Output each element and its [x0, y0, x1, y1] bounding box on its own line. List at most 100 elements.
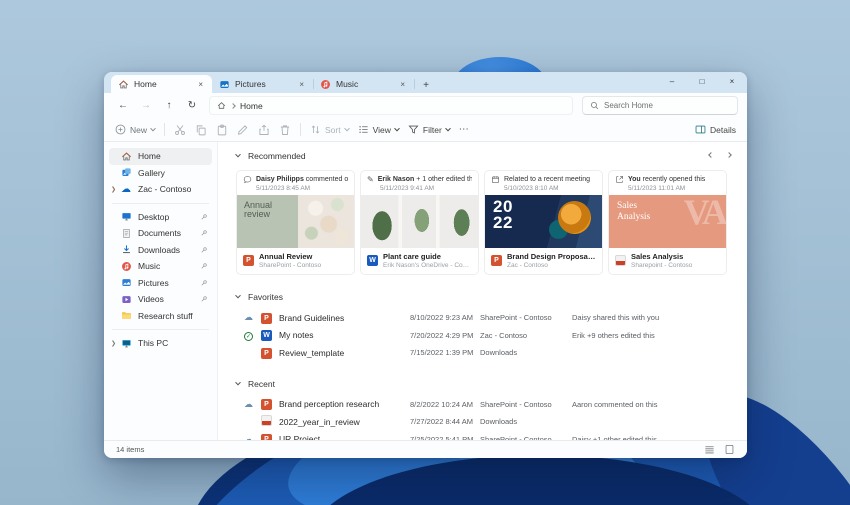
scroll-left-icon[interactable]: [708, 152, 714, 158]
cloud-icon: ☁: [121, 183, 131, 195]
file-location: SharePoint - Contoso: [480, 434, 552, 440]
filter-button[interactable]: Filter: [408, 124, 451, 135]
minimize-button[interactable]: –: [657, 72, 687, 92]
card-date: 5/11/2023 9:41 AM: [380, 185, 435, 192]
pin-icon: [201, 296, 207, 302]
pin-icon: [201, 230, 207, 236]
chevron-expand-icon[interactable]: ❯: [111, 186, 116, 193]
pin-icon: [201, 247, 207, 253]
sidebar-item-this-pc[interactable]: ❯ This PC: [109, 335, 212, 352]
delete-button[interactable]: [279, 124, 291, 136]
sidebar-item-pictures[interactable]: Pictures: [109, 275, 212, 292]
large-icons-view-toggle[interactable]: [724, 444, 735, 455]
paste-button[interactable]: [216, 124, 228, 136]
sidebar-item-videos[interactable]: Videos: [109, 291, 212, 308]
home-icon: [119, 79, 128, 88]
card-annual-review[interactable]: Daisy Philipps commented on... 5/11/2023…: [236, 170, 355, 275]
sidebar-item-downloads[interactable]: Downloads: [109, 242, 212, 259]
sidebar-item-documents[interactable]: Documents: [109, 225, 212, 242]
home-icon: [217, 102, 226, 109]
chevron-down-icon[interactable]: [235, 292, 241, 299]
card-plant-care-guide[interactable]: ✎ Erik Nason + 1 other edited this 5/11/…: [360, 170, 479, 275]
card-footer: Plant care guide Erik Nason's OneDrive -…: [361, 248, 478, 274]
open-icon: [616, 176, 623, 183]
tab-music[interactable]: Music ×: [313, 75, 415, 93]
share-button[interactable]: [258, 124, 270, 136]
chevron-down-icon[interactable]: [235, 379, 241, 385]
file-row-brand-guidelines[interactable]: ☁ Brand Guidelines 8/10/2022 9:23 AM Sha…: [236, 309, 747, 327]
sync-complete-icon: ✓: [244, 331, 253, 341]
more-options-button[interactable]: ⋯: [459, 124, 470, 135]
card-title: Sales Analysis: [631, 252, 684, 261]
tab-close-icon[interactable]: ×: [297, 80, 306, 89]
copy-button[interactable]: [195, 124, 207, 136]
new-button[interactable]: New: [115, 124, 156, 135]
tab-close-icon[interactable]: ×: [196, 80, 205, 89]
folder-icon: [122, 312, 131, 320]
tab-close-icon[interactable]: ×: [398, 80, 407, 89]
tab-home[interactable]: Home ×: [111, 75, 212, 93]
list-view-toggle[interactable]: [704, 444, 715, 455]
up-button[interactable]: ↑: [159, 100, 179, 111]
breadcrumb-location[interactable]: Home: [240, 101, 263, 111]
chevron-down-icon[interactable]: [235, 151, 241, 158]
cloud-sync-icon: ☁: [244, 433, 253, 440]
recommended-section-header[interactable]: Recommended: [235, 151, 747, 161]
view-label: View: [372, 124, 391, 135]
recent-section-header[interactable]: Recent: [235, 379, 747, 389]
card-footer: Annual Review SharePoint - Contoso: [237, 248, 354, 274]
back-button[interactable]: ←: [113, 100, 133, 111]
plus-circle-icon: [115, 124, 126, 135]
close-button[interactable]: ×: [717, 72, 747, 92]
videos-icon: [122, 295, 131, 303]
favorites-section-header[interactable]: Favorites: [235, 292, 747, 302]
chevron-expand-icon[interactable]: ❯: [111, 340, 116, 347]
details-button[interactable]: Details: [695, 124, 736, 135]
card-title: Plant care guide: [383, 252, 441, 261]
activity-text: + 1 other edited this: [414, 176, 472, 183]
card-brand-design-proposal[interactable]: Related to a recent meeting 5/10/2023 8:…: [484, 170, 603, 275]
file-date: 8/10/2022 9:23 AM: [410, 313, 473, 323]
card-footer: Brand Design Proposal_v2022 Zac - Contos…: [485, 248, 602, 274]
cut-button[interactable]: [174, 124, 186, 136]
sidebar-item-desktop[interactable]: Desktop: [109, 209, 212, 226]
tab-bar: Home × Pictures × Music × + – □ ×: [104, 72, 747, 93]
view-button[interactable]: View: [358, 124, 400, 135]
sidebar-item-research-stuff[interactable]: Research stuff: [109, 308, 212, 325]
file-row-my-notes[interactable]: ✓ My notes 7/20/2022 4:29 PM Zac - Conto…: [236, 327, 747, 345]
file-activity-note: Daisy shared this with you: [572, 313, 660, 323]
sidebar-item-label: Home: [138, 151, 161, 162]
file-row-ur-project[interactable]: ☁ UR Project 7/25/2022 5:41 PM SharePoin…: [236, 431, 747, 440]
pictures-icon: [122, 279, 131, 287]
refresh-button[interactable]: ↻: [182, 100, 202, 111]
sidebar-item-home[interactable]: Home: [109, 148, 212, 165]
card-header: ✎ Erik Nason + 1 other edited this 5/11/…: [361, 171, 478, 195]
chevron-down-icon: [444, 125, 451, 131]
file-date: 7/15/2022 1:39 PM: [410, 348, 474, 358]
sort-button[interactable]: Sort: [310, 124, 350, 135]
file-location: SharePoint - Contoso: [480, 313, 552, 323]
sidebar-item-gallery[interactable]: Gallery: [109, 165, 212, 182]
file-row-brand-perception-research[interactable]: ☁ Brand perception research 8/2/2022 10:…: [236, 396, 747, 414]
gallery-icon: [122, 168, 131, 177]
search-box[interactable]: Search Home: [582, 96, 738, 115]
sidebar-item-music[interactable]: Music: [109, 258, 212, 275]
powerpoint-icon: [261, 434, 272, 440]
card-sales-analysis[interactable]: You recently opened this 5/11/2023 11:01…: [608, 170, 727, 275]
file-row-review-template[interactable]: Review_template 7/15/2022 1:39 PM Downlo…: [236, 344, 747, 362]
scroll-right-icon[interactable]: [726, 152, 732, 158]
edit-icon: ✎: [367, 175, 374, 184]
address-bar[interactable]: Home: [209, 96, 573, 115]
tab-pictures[interactable]: Pictures ×: [212, 75, 314, 93]
sidebar-item-label: Videos: [138, 294, 164, 305]
activity-text: recently opened this: [640, 176, 706, 183]
file-date: 7/25/2022 5:41 PM: [410, 434, 474, 440]
rename-button[interactable]: [237, 124, 249, 136]
file-row-2022-year-in-review[interactable]: 2022_year_in_review 7/27/2022 8:44 AM Do…: [236, 413, 747, 431]
chevron-down-icon: [343, 125, 350, 131]
forward-button[interactable]: →: [136, 100, 156, 111]
sidebar-item-onedrive-zac-contoso[interactable]: ❯ ☁ Zac - Contoso: [109, 181, 212, 198]
maximize-button[interactable]: □: [687, 72, 717, 92]
file-date: 8/2/2022 10:24 AM: [410, 399, 473, 409]
new-tab-button[interactable]: +: [418, 80, 434, 93]
